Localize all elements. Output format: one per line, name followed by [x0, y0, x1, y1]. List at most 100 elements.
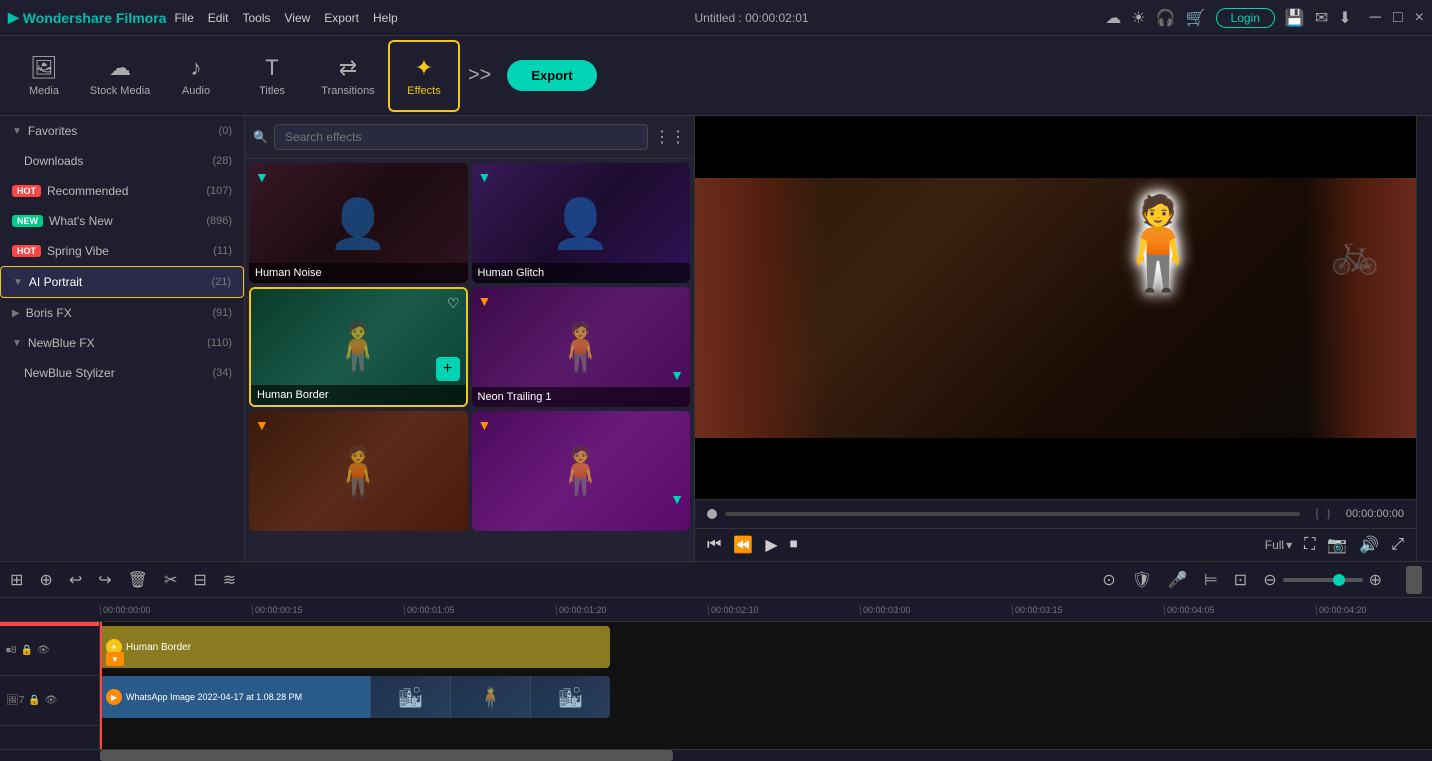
zoom-slider-handle[interactable]	[1333, 574, 1345, 586]
effect-card-6[interactable]: 🧍 ▼ ▼	[472, 411, 691, 531]
toolbar-effects-label: Effects	[407, 85, 440, 97]
effects-sidebar: ▼ Favorites (0) Downloads (28) HOT Recom…	[0, 116, 245, 561]
neon-trailing-1-label: Neon Trailing 1	[472, 387, 691, 407]
effect-card-human-glitch[interactable]: 👤 ▼ Human Glitch	[472, 163, 691, 283]
video-clip-icon: ▶	[106, 689, 122, 705]
effect-card-human-border[interactable]: 🧍 ♡ + Human Border	[249, 287, 468, 407]
cart-icon[interactable]: 🛒	[1186, 8, 1206, 28]
undo-button[interactable]: ↩	[69, 570, 82, 590]
toolbar-transitions[interactable]: ⇄ Transitions	[312, 40, 384, 112]
toolbar-titles[interactable]: T Titles	[236, 40, 308, 112]
toolbar-more-icon[interactable]: >>	[468, 64, 491, 87]
scrubber-handle[interactable]	[707, 509, 717, 519]
headset-icon[interactable]: 🎧	[1156, 8, 1176, 28]
effects-grid: 👤 ▼ Human Noise 👤 ▼ Human Glitch 🧍	[245, 159, 694, 535]
timeline-view-toggle[interactable]	[1406, 566, 1422, 594]
mail-icon[interactable]: ✉	[1315, 8, 1328, 28]
toolbar-audio[interactable]: ♪ Audio	[160, 40, 232, 112]
effects-search-bar: 🔍 ⋮⋮	[245, 116, 694, 159]
export-button[interactable]: Export	[507, 60, 596, 91]
track-7-eye-icon[interactable]: 👁	[45, 695, 58, 706]
close-button[interactable]: ×	[1415, 9, 1424, 27]
track-8-eye-icon[interactable]: 👁	[37, 645, 50, 656]
redo-button[interactable]: ↪	[98, 570, 111, 590]
zoom-slider[interactable]	[1283, 578, 1363, 582]
track-7-lock-icon[interactable]: 🔒	[28, 695, 40, 706]
timeline-ruler: 00:00:00:00 00:00:00:15 00:00:01:05 00:0…	[0, 598, 1432, 622]
effect-clip-human-border[interactable]: ✦ Human Border ▼	[100, 626, 610, 668]
effect-card-human-noise[interactable]: 👤 ▼ Human Noise	[249, 163, 468, 283]
sidebar-item-boris-fx[interactable]: ▶ Boris FX (91)	[0, 298, 244, 328]
timeline-scrollbar[interactable]	[0, 749, 1432, 761]
login-button[interactable]: Login	[1216, 8, 1275, 28]
menu-help[interactable]: Help	[373, 11, 398, 25]
grid-layout-icon[interactable]: ⋮⋮	[654, 127, 686, 147]
sidebar-item-whats-new[interactable]: NEW What's New (896)	[0, 206, 244, 236]
pip-icon[interactable]: ⊡	[1234, 570, 1247, 590]
preview-timeline-slider[interactable]	[725, 512, 1300, 516]
snap-to-playhead-button[interactable]: ⊞	[10, 570, 23, 590]
expand-icon[interactable]: ⤢	[1391, 536, 1404, 554]
toolbar-effects[interactable]: ✦ Effects	[388, 40, 460, 112]
toolbar-media[interactable]: 🖼 Media	[8, 40, 80, 112]
delete-button[interactable]: 🗑	[128, 570, 148, 590]
video-clip[interactable]: ▶ WhatsApp Image 2022-04-17 at 1.08.28 P…	[100, 676, 610, 718]
human-border-add-button[interactable]: +	[436, 357, 460, 381]
audio-mix-button[interactable]: ⊟	[193, 570, 206, 590]
menu-file[interactable]: File	[174, 11, 193, 25]
sidebar-item-newblue-stylizer[interactable]: NewBlue Stylizer (34)	[0, 358, 244, 388]
effect-card-neon-trailing-1[interactable]: 🧍 ▼ ▼ Neon Trailing 1	[472, 287, 691, 407]
timeline-scrollbar-thumb[interactable]	[100, 750, 673, 761]
skip-to-start-button[interactable]: ⏮	[707, 536, 721, 554]
stop-button[interactable]: ⏹	[790, 536, 798, 554]
sidebar-item-favorites[interactable]: ▼ Favorites (0)	[0, 116, 244, 146]
menu-tools[interactable]: Tools	[242, 11, 270, 25]
preview-video: 🧍 🚲	[695, 116, 1416, 499]
download-icon[interactable]: ⬇	[1338, 8, 1351, 28]
clip-ripple-button[interactable]: ⊕	[39, 570, 52, 590]
favorites-label: Favorites	[28, 124, 77, 138]
boris-fx-count: (91)	[212, 307, 232, 319]
human-border-heart-button[interactable]: ♡	[447, 295, 460, 312]
sidebar-item-recommended[interactable]: HOT Recommended (107)	[0, 176, 244, 206]
preview-quality-selector[interactable]: Full ▾	[1265, 538, 1292, 552]
effect-card-5[interactable]: 🧍 ▼	[249, 411, 468, 531]
track-content: ✦ Human Border ▼ ▶ WhatsApp Image 2022-0…	[100, 622, 1432, 749]
search-input[interactable]	[274, 124, 648, 150]
main-area: ▼ Favorites (0) Downloads (28) HOT Recom…	[0, 116, 1432, 561]
sidebar-item-spring-vibe[interactable]: HOT Spring Vibe (11)	[0, 236, 244, 266]
sidebar-item-ai-portrait[interactable]: ▼ AI Portrait (21)	[0, 266, 244, 298]
subtitle-icon[interactable]: ⊨	[1204, 570, 1218, 590]
toolbar: 🖼 Media ☁ Stock Media ♪ Audio T Titles ⇄…	[0, 36, 1432, 116]
snapshot-icon[interactable]: 📷	[1327, 535, 1347, 555]
sidebar-item-newblue-fx[interactable]: ▼ NewBlue FX (110)	[0, 328, 244, 358]
volume-icon[interactable]: 🔊	[1359, 535, 1379, 555]
toolbar-stock-media[interactable]: ☁ Stock Media	[84, 40, 156, 112]
sidebar-item-downloads[interactable]: Downloads (28)	[0, 146, 244, 176]
minimize-button[interactable]: ─	[1370, 9, 1381, 27]
ripple-edit-icon[interactable]: ⊙	[1102, 570, 1115, 590]
step-back-button[interactable]: ⏪	[733, 535, 753, 555]
menu-edit[interactable]: Edit	[208, 11, 229, 25]
cut-button[interactable]: ✂	[164, 570, 177, 590]
sun-icon[interactable]: ☀	[1131, 8, 1145, 28]
voice-enhance-icon[interactable]: 🎤	[1168, 570, 1188, 590]
ruler-mark-1: 00:00:00:15	[252, 605, 404, 615]
whats-new-label: What's New	[49, 214, 113, 228]
magnet-snap-icon[interactable]: 🛡	[1132, 570, 1152, 590]
menu-view[interactable]: View	[285, 11, 311, 25]
zoom-in-button[interactable]: ⊕	[1369, 570, 1382, 590]
fullscreen-icon[interactable]: ⛶	[1304, 536, 1315, 554]
play-button[interactable]: ▶	[765, 535, 777, 555]
playback-controls: ⏮ ⏪ ▶ ⏹ Full ▾ ⛶ 📷 🔊 ⤢	[695, 528, 1416, 561]
titles-icon: T	[265, 55, 278, 81]
cloud-icon[interactable]: ☁	[1105, 8, 1121, 28]
menu-export[interactable]: Export	[324, 11, 359, 25]
track-8-lock-icon[interactable]: 🔒	[21, 645, 33, 656]
bracket-end-icon: ｝	[1327, 506, 1338, 522]
track-labels: ⏹8 🔒 👁 🖼7 🔒 👁	[0, 622, 100, 749]
waveform-button[interactable]: ≋	[223, 570, 236, 590]
zoom-out-button[interactable]: ⊖	[1263, 570, 1276, 590]
maximize-button[interactable]: □	[1393, 9, 1403, 27]
save-icon[interactable]: 💾	[1285, 8, 1305, 28]
